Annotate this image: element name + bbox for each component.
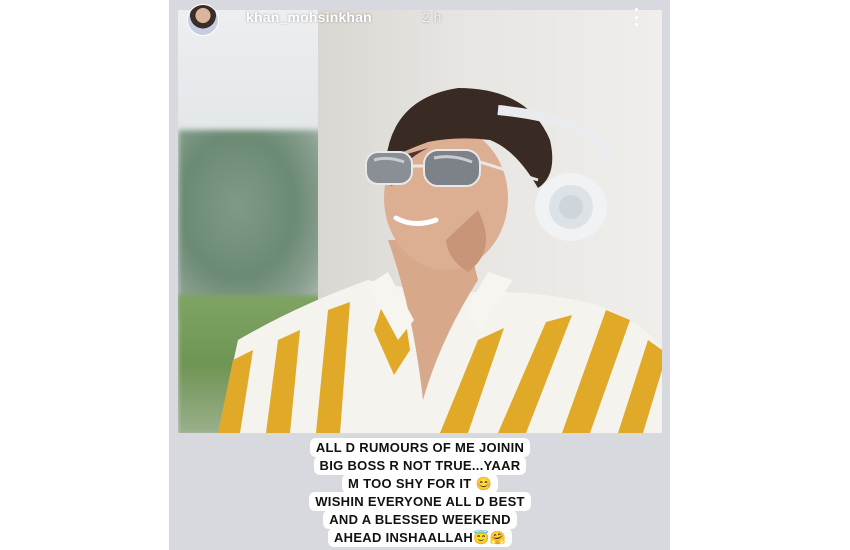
story-photo [178, 10, 662, 433]
more-vertical-icon[interactable] [627, 6, 645, 28]
person-illustration [218, 88, 662, 433]
timestamp: 2 h [422, 9, 442, 25]
caption-line: BIG BOSS R NOT TRUE...YAAR [313, 456, 527, 475]
caption-line: ALL D RUMOURS OF ME JOININ [309, 438, 531, 457]
story-viewer[interactable]: khan_mohsinkhan 2 h ALL D RUMOURS OF ME … [169, 0, 670, 550]
caption-line: M TOO SHY FOR IT 😊 [342, 474, 498, 493]
caption-line: AND A BLESSED WEEKEND [323, 510, 517, 529]
caption-line: AHEAD INSHAALLAH😇🤗 [327, 528, 513, 547]
username[interactable]: khan_mohsinkhan [246, 9, 372, 25]
story-header: khan_mohsinkhan 2 h [169, 0, 670, 36]
story-caption: ALL D RUMOURS OF ME JOININ BIG BOSS R NO… [308, 438, 532, 547]
caption-line: WISHIN EVERYONE ALL D BEST [309, 492, 531, 511]
avatar[interactable] [187, 4, 219, 36]
